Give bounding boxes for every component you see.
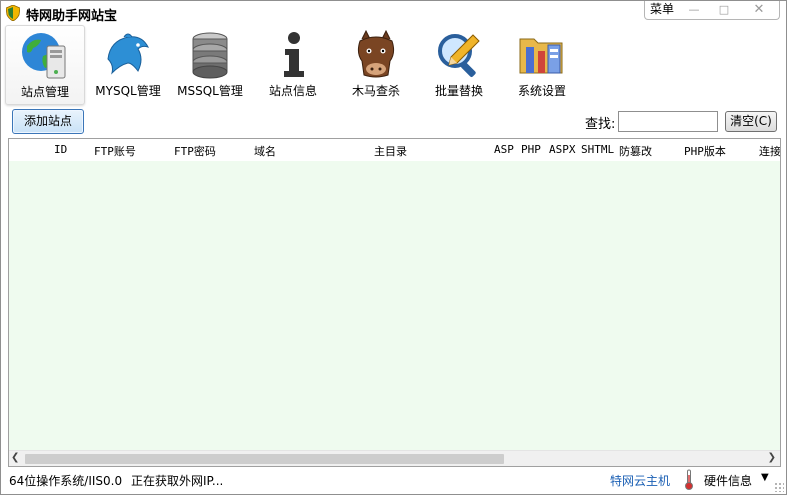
toolbar-label: 木马查杀	[351, 84, 400, 98]
toolbar-mysql[interactable]: MYSQL管理	[89, 25, 167, 103]
column-header-ftp-account[interactable]: FTP账号	[94, 143, 136, 159]
toolbar-batch-replace[interactable]: 批量替换	[420, 25, 498, 103]
clear-button[interactable]: 清空(C)	[725, 111, 777, 132]
maximize-button[interactable]: □	[709, 1, 739, 19]
app-window: 特网助手网站宝 菜单 — □ ✕ 站点管理 MYSQL管理 MSSQL管理 站点…	[0, 0, 787, 495]
column-header-php[interactable]: PHP	[521, 143, 541, 156]
info-icon	[284, 32, 304, 77]
search-input[interactable]	[618, 111, 718, 132]
column-header-asp[interactable]: ASP	[494, 143, 514, 156]
column-header-id[interactable]: ID	[54, 143, 67, 156]
column-header-tamper-proof[interactable]: 防篡改	[619, 143, 652, 159]
os-info: 64位操作系统/IIS0.0	[9, 474, 123, 488]
toolbar-site-info[interactable]: 站点信息	[254, 25, 332, 103]
magnifier-pencil-icon	[438, 34, 480, 77]
thermometer-icon	[685, 469, 693, 490]
cloud-host-link[interactable]: 特网云主机	[610, 472, 670, 489]
status-message: 正在获取外网IP...	[131, 474, 224, 488]
close-button[interactable]: ✕	[739, 1, 779, 19]
window-controls: 菜单 — □ ✕	[644, 1, 780, 20]
status-bar: 64位操作系统/IIS0.0 正在获取外网IP... 特网云主机 硬件信息 ▼	[1, 468, 786, 494]
hardware-info-button[interactable]: 硬件信息	[704, 472, 752, 489]
main-toolbar: 站点管理 MYSQL管理 MSSQL管理 站点信息 木马查杀 批量替换 系统设置	[5, 25, 605, 105]
toolbar-settings[interactable]: 系统设置	[503, 25, 581, 103]
horizontal-scrollbar[interactable]: ❮ ❯	[9, 450, 780, 466]
search-label: 查找:	[585, 117, 616, 132]
menu-button[interactable]: 菜单	[645, 1, 679, 19]
column-header-domain[interactable]: 域名	[254, 143, 276, 159]
column-header-aspx[interactable]: ASPX	[549, 143, 576, 156]
database-icon	[192, 32, 228, 79]
title-bar: 特网助手网站宝 菜单 — □ ✕	[1, 1, 786, 25]
scroll-right-arrow-icon[interactable]: ❯	[768, 452, 776, 463]
shield-logo-icon	[6, 5, 20, 21]
toolbar-trojan-scan[interactable]: 木马查杀	[337, 25, 415, 103]
table-body	[9, 161, 780, 451]
tools-settings-icon	[519, 38, 563, 74]
column-header-php-version[interactable]: PHP版本	[684, 143, 726, 159]
toolbar-label: MSSQL管理	[177, 84, 243, 98]
toolbar-label: 站点信息	[268, 84, 317, 98]
column-header-shtml[interactable]: SHTML	[581, 143, 614, 156]
sites-table[interactable]: ID FTP账号 FTP密码 域名 主目录 ASP PHP ASPX SHTML…	[8, 138, 781, 467]
toolbar-label: 批量替换	[434, 84, 483, 98]
globe-server-icon	[22, 33, 66, 79]
dropdown-arrow-icon[interactable]: ▼	[761, 472, 769, 483]
toolbar-mssql[interactable]: MSSQL管理	[171, 25, 249, 103]
column-header-connection[interactable]: 连接	[759, 143, 780, 159]
column-header-ftp-password[interactable]: FTP密码	[174, 143, 216, 159]
scroll-left-arrow-icon[interactable]: ❮	[11, 452, 19, 463]
toolbar-label: 系统设置	[517, 84, 566, 98]
dolphin-icon	[107, 33, 149, 75]
window-title: 特网助手网站宝	[26, 9, 118, 24]
toolbar-label: 站点管理	[20, 85, 69, 99]
column-header-root-dir[interactable]: 主目录	[374, 143, 407, 159]
resize-grip-icon[interactable]	[774, 482, 784, 492]
add-site-button[interactable]: 添加站点	[12, 109, 84, 134]
toolbar-site-management[interactable]: 站点管理	[5, 25, 85, 105]
horse-icon	[357, 29, 395, 78]
toolbar-label: MYSQL管理	[95, 84, 161, 98]
table-header: ID FTP账号 FTP密码 域名 主目录 ASP PHP ASPX SHTML…	[9, 139, 780, 161]
minimize-button[interactable]: —	[679, 1, 709, 19]
scrollbar-thumb[interactable]	[25, 454, 504, 464]
